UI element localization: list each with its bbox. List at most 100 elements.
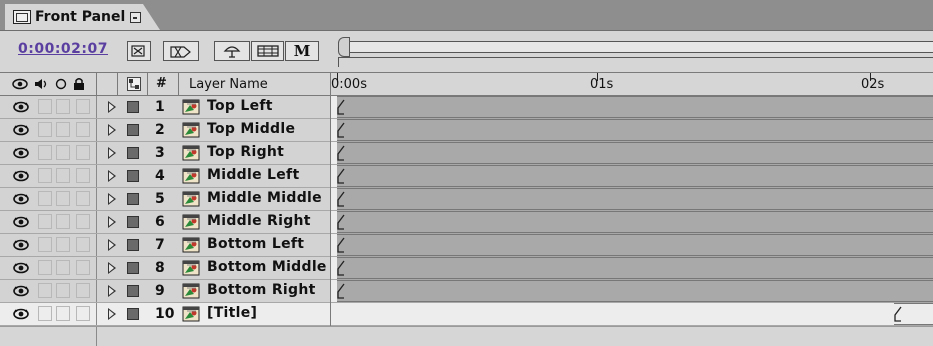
shy-button[interactable] (214, 41, 250, 61)
lock-switch[interactable] (76, 191, 90, 206)
layer-duration-bar[interactable] (337, 188, 933, 210)
layer-name[interactable]: Top Middle (207, 121, 295, 137)
solo-switch[interactable] (56, 237, 70, 252)
in-point-handle[interactable] (336, 99, 346, 115)
lock-icon[interactable] (73, 77, 85, 90)
lock-switch[interactable] (76, 306, 90, 321)
solo-switch[interactable] (56, 191, 70, 206)
audio-switch[interactable] (38, 283, 52, 298)
label-color-swatch[interactable] (127, 239, 139, 251)
in-point-handle[interactable] (336, 214, 346, 230)
label-color-swatch[interactable] (127, 285, 139, 297)
navigator-start-handle[interactable] (338, 37, 350, 57)
expand-triangle-icon[interactable] (108, 308, 116, 320)
label-color-swatch[interactable] (127, 170, 139, 182)
solo-switch[interactable] (56, 214, 70, 229)
layer-name[interactable]: [Title] (207, 305, 257, 321)
in-point-handle[interactable] (336, 168, 346, 184)
expand-triangle-icon[interactable] (108, 262, 116, 274)
layer-duration-bar[interactable] (337, 280, 933, 302)
layer-name[interactable]: Bottom Middle (207, 259, 327, 275)
label-color-swatch[interactable] (127, 262, 139, 274)
label-color-swatch[interactable] (127, 101, 139, 113)
layer-row[interactable]: 5 Middle Middle (0, 188, 933, 211)
audio-switch[interactable] (38, 237, 52, 252)
solo-switch[interactable] (56, 168, 70, 183)
layer-duration-bar[interactable] (337, 96, 933, 118)
layer-duration-bar[interactable] (337, 234, 933, 256)
current-time-display[interactable]: 0:00:02:07 (18, 41, 108, 57)
expand-triangle-icon[interactable] (108, 239, 116, 251)
audio-switch[interactable] (38, 168, 52, 183)
label-color-swatch[interactable] (127, 216, 139, 228)
layer-row[interactable]: 9 Bottom Right (0, 280, 933, 303)
frame-blend-button[interactable] (251, 41, 284, 61)
expand-triangle-icon[interactable] (108, 216, 116, 228)
layer-name[interactable]: Top Right (207, 144, 284, 160)
layer-row[interactable]: 10 [Title] (0, 303, 933, 326)
in-point-handle[interactable] (893, 306, 903, 322)
audio-switch[interactable] (38, 122, 52, 137)
solo-switch[interactable] (56, 99, 70, 114)
layer-duration-bar[interactable] (337, 257, 933, 279)
solo-switch[interactable] (56, 306, 70, 321)
label-color-swatch[interactable] (127, 193, 139, 205)
layer-name[interactable]: Middle Right (207, 213, 311, 229)
eye-icon[interactable] (10, 283, 32, 299)
eye-icon[interactable] (10, 237, 32, 253)
in-point-handle[interactable] (336, 145, 346, 161)
label-color-swatch[interactable] (127, 124, 139, 136)
layer-name[interactable]: Middle Middle (207, 190, 322, 206)
audio-switch[interactable] (38, 214, 52, 229)
lock-switch[interactable] (76, 214, 90, 229)
layer-row[interactable]: 2 Top Middle (0, 119, 933, 142)
eye-icon[interactable] (10, 145, 32, 161)
layer-duration-bar[interactable] (337, 142, 933, 164)
expand-triangle-icon[interactable] (108, 101, 116, 113)
layer-row[interactable]: 4 Middle Left (0, 165, 933, 188)
solo-switch[interactable] (56, 260, 70, 275)
in-point-handle[interactable] (336, 260, 346, 276)
lock-switch[interactable] (76, 237, 90, 252)
layer-duration-bar[interactable] (337, 165, 933, 187)
motion-blur-button[interactable]: M (285, 41, 319, 61)
audio-switch[interactable] (38, 145, 52, 160)
lock-switch[interactable] (76, 145, 90, 160)
eye-icon[interactable] (10, 191, 32, 207)
lock-switch[interactable] (76, 260, 90, 275)
in-point-handle[interactable] (336, 122, 346, 138)
layer-row[interactable]: 6 Middle Right (0, 211, 933, 234)
solo-icon[interactable] (55, 78, 67, 90)
lock-switch[interactable] (76, 99, 90, 114)
layer-name[interactable]: Bottom Right (207, 282, 316, 298)
expand-triangle-icon[interactable] (108, 124, 116, 136)
expand-triangle-icon[interactable] (108, 193, 116, 205)
solo-switch[interactable] (56, 283, 70, 298)
lock-switch[interactable] (76, 122, 90, 137)
eye-icon[interactable] (10, 99, 32, 115)
eye-icon[interactable] (10, 306, 32, 322)
in-point-handle[interactable] (336, 237, 346, 253)
layer-duration-bar[interactable] (337, 211, 933, 233)
layer-name[interactable]: Middle Left (207, 167, 299, 183)
audio-switch[interactable] (38, 99, 52, 114)
label-color-swatch[interactable] (127, 308, 139, 320)
navigator-track[interactable] (344, 41, 933, 53)
layer-row[interactable]: 7 Bottom Left (0, 234, 933, 257)
layer-name[interactable]: Top Left (207, 98, 273, 114)
solo-switch[interactable] (56, 145, 70, 160)
expand-triangle-icon[interactable] (108, 147, 116, 159)
lock-switch[interactable] (76, 168, 90, 183)
layer-row[interactable]: 8 Bottom Middle (0, 257, 933, 280)
in-point-handle[interactable] (336, 191, 346, 207)
audio-switch[interactable] (38, 260, 52, 275)
label-color-swatch[interactable] (127, 147, 139, 159)
in-point-handle[interactable] (336, 283, 346, 299)
eye-icon[interactable] (10, 260, 32, 276)
speaker-icon[interactable] (34, 78, 49, 90)
expand-triangle-icon[interactable] (108, 285, 116, 297)
layer-name[interactable]: Bottom Left (207, 236, 304, 252)
time-navigator[interactable] (336, 35, 933, 67)
eye-icon[interactable] (10, 168, 32, 184)
layer-row[interactable]: 3 Top Right (0, 142, 933, 165)
